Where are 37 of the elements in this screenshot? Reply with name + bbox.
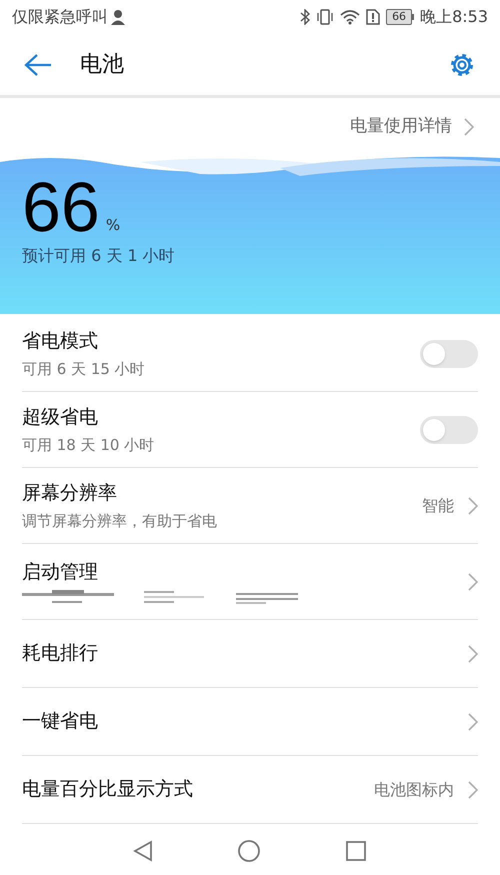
row-subtitle: 可用 18 天 10 小时: [22, 435, 156, 456]
recents-square-icon[interactable]: [345, 840, 367, 862]
sim-alert-icon: [366, 9, 380, 25]
back-arrow-icon[interactable]: [24, 52, 52, 76]
row-subtitle: 调节屏幕分辨率，有助于省电: [22, 511, 218, 532]
chevron-right-icon: [468, 712, 478, 730]
row-subtitle: 可用 6 天 15 小时: [22, 359, 146, 380]
wifi-icon: [340, 9, 360, 25]
person-icon: [110, 9, 126, 25]
row-title: 超级省电: [22, 404, 99, 430]
bluetooth-icon: [300, 9, 310, 25]
back-triangle-icon[interactable]: [133, 840, 153, 862]
vibrate-icon: [316, 9, 334, 25]
chevron-right-icon: [468, 496, 478, 514]
chevron-right-icon: [468, 780, 478, 798]
home-circle-icon[interactable]: [237, 839, 261, 863]
clock-text: 晚上8:53: [420, 6, 488, 28]
row-title: 屏幕分辨率: [22, 480, 118, 506]
carrier-text: 仅限紧急呼叫: [12, 6, 108, 28]
chevron-right-icon: [468, 644, 478, 662]
row-title: 电量百分比显示方式: [22, 777, 194, 802]
row-title: 省电模式: [22, 328, 99, 354]
page-title: 电池: [80, 51, 125, 79]
percent-sign: %: [106, 214, 120, 236]
usage-details-link[interactable]: 电量使用详情: [350, 114, 452, 140]
row-title: 启动管理: [22, 560, 99, 585]
row-value: 智能: [422, 494, 454, 516]
row-title: 耗电排行: [22, 641, 99, 666]
toggle-switch[interactable]: [420, 416, 478, 444]
battery-indicator: 66: [386, 9, 412, 25]
estimate-text: 预计可用 6 天 1 小时: [22, 245, 176, 267]
battery-percent: 66: [22, 174, 100, 240]
chevron-right-icon: [464, 118, 474, 136]
row-value: 电池图标内: [374, 778, 454, 800]
chevron-right-icon: [468, 572, 478, 590]
row-title: 一键省电: [22, 709, 99, 734]
toggle-switch[interactable]: [420, 340, 478, 368]
